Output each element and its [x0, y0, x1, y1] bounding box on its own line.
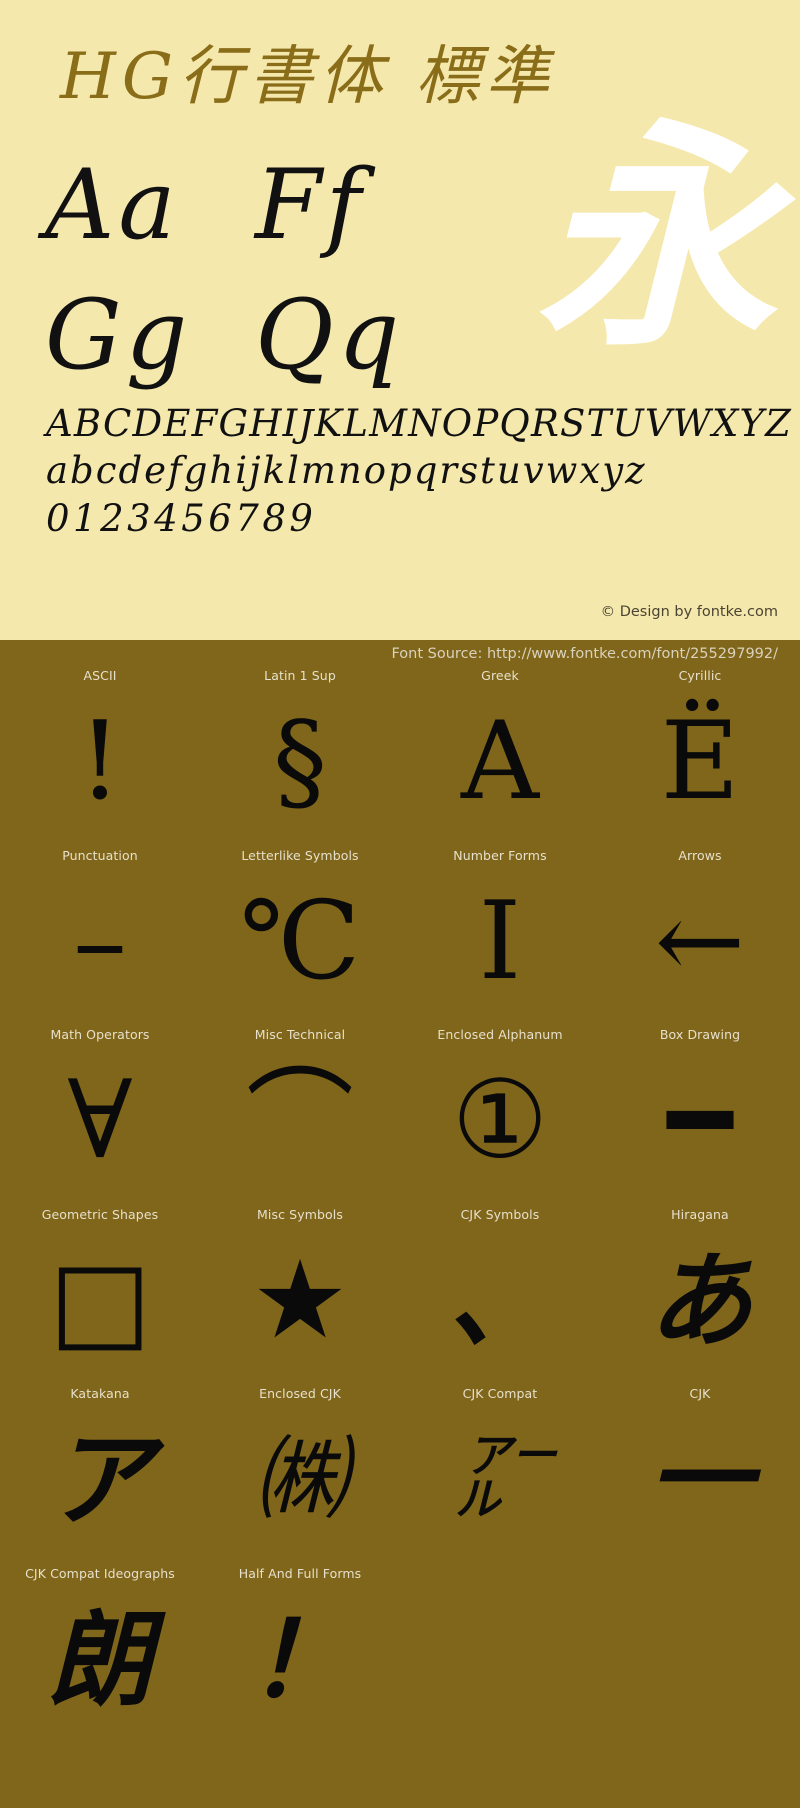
block-cell-empty	[400, 1566, 600, 1746]
block-label: Punctuation	[62, 847, 138, 863]
font-specimen-panel: HG行書体 標準 永 Aa Ff Gg Qq ABCDEFGHIJKLMNOPQ…	[0, 0, 800, 640]
block-cell-geometric-shapes: Geometric Shapes □	[0, 1207, 200, 1387]
block-label: CJK	[689, 1386, 711, 1401]
block-row: CJK Compat Ideographs 朗 Half And Full Fo…	[0, 1566, 800, 1746]
block-label: Arrows	[678, 847, 722, 863]
letter-pair-Ff: Ff	[255, 149, 366, 261]
block-glyph: ━	[667, 1058, 733, 1183]
block-glyph: ⌒	[245, 1058, 354, 1183]
block-label: Katakana	[70, 1386, 130, 1401]
block-glyph: ！	[247, 1597, 352, 1721]
block-glyph: ア	[47, 1418, 152, 1541]
block-label: Hiragana	[671, 1206, 729, 1222]
block-glyph: 一	[647, 1418, 752, 1541]
block-glyph: §	[273, 699, 327, 824]
block-label: ASCII	[83, 668, 117, 683]
block-cell-cjk-symbols: CJK Symbols 、	[400, 1207, 600, 1387]
block-cell-half-and-full-forms: Half And Full Forms ！	[200, 1566, 400, 1746]
block-glyph: Α	[461, 699, 539, 824]
block-label: CJK Compat	[462, 1386, 538, 1401]
block-label: CJK Compat Ideographs	[25, 1565, 175, 1581]
block-glyph	[600, 1580, 800, 1740]
block-row: Katakana ア Enclosed CJK ㈱ CJK Compat ㌃ C…	[0, 1386, 800, 1566]
block-cell-misc-symbols: Misc Symbols ★	[200, 1207, 400, 1387]
block-cell-cjk-compat: CJK Compat ㌃	[400, 1386, 600, 1566]
block-label: Math Operators	[50, 1027, 150, 1042]
block-glyph: Ⅰ	[478, 878, 522, 1004]
block-label: Number Forms	[453, 847, 547, 863]
block-glyph: ㌃	[453, 1426, 546, 1533]
font-source-link[interactable]: Font Source: http://www.fontke.com/font/…	[391, 646, 778, 662]
block-glyph: ∀	[67, 1058, 133, 1183]
block-cell-empty	[600, 1566, 800, 1746]
block-glyph: ①	[451, 1058, 549, 1183]
letter-pair-Aa: Aa	[45, 149, 180, 261]
block-cell-box-drawing: Box Drawing ━	[600, 1027, 800, 1207]
block-glyph: ←	[654, 878, 746, 1004]
block-cell-cyrillic: Cyrillic Ё	[600, 668, 800, 848]
block-label: Misc Technical	[254, 1027, 346, 1042]
block-cell-enclosed-cjk: Enclosed CJK ㈱	[200, 1386, 400, 1566]
alphabet-sample-block: ABCDEFGHIJKLMNOPQRSTUVWXYZ abcdefghijklm…	[46, 400, 792, 542]
letter-pair-row: Gg Qq	[45, 280, 465, 410]
digits-line: 0123456789	[46, 496, 317, 540]
block-cell-cjk-compat-ideographs: CJK Compat Ideographs 朗	[0, 1566, 200, 1746]
block-row: ASCII ! Latin 1 Sup § Greek Α Cyrillic Ё	[0, 668, 800, 848]
block-label: Enclosed CJK	[259, 1386, 341, 1401]
block-cell-latin-1-sup: Latin 1 Sup §	[200, 668, 400, 848]
block-label: CJK Symbols	[460, 1206, 540, 1222]
font-title: HG行書体 標準	[60, 40, 556, 114]
unicode-blocks-panel: Font Source: http://www.fontke.com/font/…	[0, 640, 800, 1808]
block-glyph: □	[48, 1237, 152, 1363]
block-cell-hiragana: Hiragana あ	[600, 1207, 800, 1387]
block-cell-math-operators: Math Operators ∀	[0, 1027, 200, 1207]
block-row: Geometric Shapes □ Misc Symbols ★ CJK Sy…	[0, 1207, 800, 1387]
block-cell-cjk: CJK 一	[600, 1386, 800, 1566]
block-label: Geometric Shapes	[41, 1206, 159, 1222]
letter-pair-Qq: Qq	[255, 279, 404, 391]
block-label: Cyrillic	[678, 668, 722, 683]
block-cell-greek: Greek Α	[400, 668, 600, 848]
showcase-kanji-glyph: 永	[535, 97, 776, 379]
block-row: Math Operators ∀ Misc Technical ⌒ Enclos…	[0, 1027, 800, 1207]
block-cell-arrows: Arrows ←	[600, 848, 800, 1028]
block-glyph	[400, 1580, 600, 1740]
block-glyph: ㈱	[253, 1426, 346, 1533]
block-cell-number-forms: Number Forms Ⅰ	[400, 848, 600, 1028]
block-glyph: 朗	[47, 1597, 152, 1721]
block-glyph: !	[78, 699, 122, 824]
copyright-credit: © Design by fontke.com	[600, 604, 778, 620]
block-cell-letterlike-symbols: Letterlike Symbols ℃	[200, 848, 400, 1028]
letter-pair-grid: Aa Ff Gg Qq	[45, 150, 465, 410]
block-label: Misc Symbols	[257, 1206, 343, 1222]
block-label: Letterlike Symbols	[241, 847, 359, 863]
block-cell-punctuation: Punctuation –	[0, 848, 200, 1028]
block-cell-enclosed-alphanum: Enclosed Alphanum ①	[400, 1027, 600, 1207]
block-cell-katakana: Katakana ア	[0, 1386, 200, 1566]
block-label: Box Drawing	[659, 1027, 741, 1042]
block-cell-ascii: ASCII !	[0, 668, 200, 848]
letter-pair-Gg: Gg	[45, 279, 192, 391]
uppercase-alphabet-line: ABCDEFGHIJKLMNOPQRSTUVWXYZ	[46, 402, 793, 445]
lowercase-alphabet-line: abcdefghijklmnopqrstuvwxyz	[46, 449, 647, 493]
block-row: Punctuation – Letterlike Symbols ℃ Numbe…	[0, 848, 800, 1028]
block-glyph: あ	[647, 1238, 752, 1362]
block-label: Enclosed Alphanum	[437, 1027, 563, 1042]
unicode-block-grid: ASCII ! Latin 1 Sup § Greek Α Cyrillic Ё…	[0, 668, 800, 1745]
block-glyph: 、	[447, 1238, 552, 1362]
block-glyph: ℃	[239, 878, 361, 1004]
block-label: Greek	[481, 668, 519, 683]
block-label: Half And Full Forms	[238, 1565, 362, 1581]
block-glyph: –	[73, 878, 127, 1004]
block-label: Latin 1 Sup	[264, 668, 336, 683]
letter-pair-row: Aa Ff	[45, 150, 465, 280]
block-cell-misc-technical: Misc Technical ⌒	[200, 1027, 400, 1207]
block-glyph: ★	[251, 1237, 349, 1363]
block-glyph: Ё	[660, 699, 740, 824]
